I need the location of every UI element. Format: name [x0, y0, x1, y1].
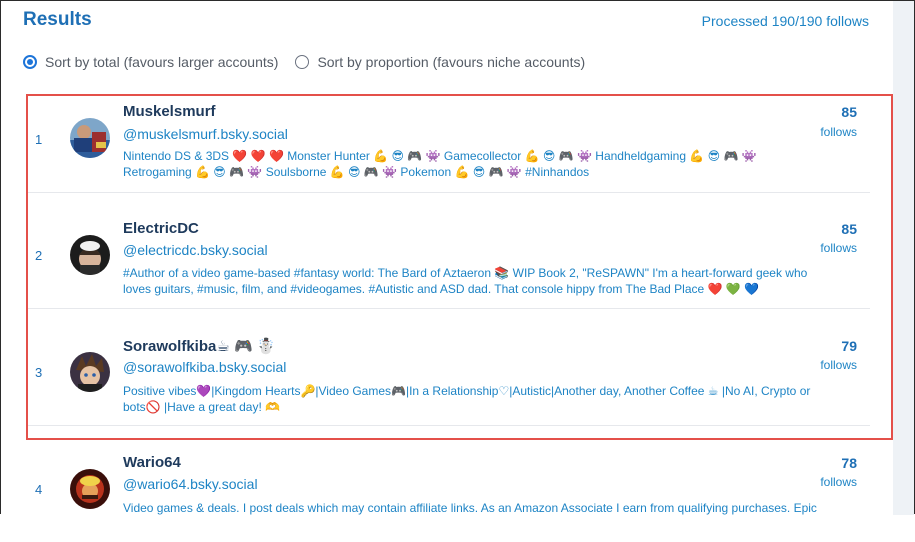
follow-count: 78 [841, 455, 857, 471]
user-display-name[interactable]: Sorawolfkiba☕ 🎮 ☃️ [123, 337, 276, 355]
follows-label: follows [820, 475, 857, 489]
sort-by-proportion-label: Sort by proportion (favours niche accoun… [317, 54, 586, 70]
rank-number: 4 [35, 482, 43, 497]
processed-status: Processed 190/190 follows [701, 13, 869, 29]
result-row[interactable]: 3 Sorawolfkiba☕ 🎮 ☃️ @sorawolfkiba.bsky.… [27, 309, 870, 426]
user-display-name[interactable]: Wario64 [123, 454, 181, 471]
user-bio: Positive vibes💜|Kingdom Hearts🔑|Video Ga… [123, 384, 811, 414]
follow-count: 85 [841, 221, 857, 237]
user-display-name[interactable]: Muskelsmurf [123, 103, 216, 120]
user-handle[interactable]: @wario64.bsky.social [123, 476, 258, 492]
results-title: Results [23, 9, 92, 30]
user-handle[interactable]: @electricdc.bsky.social [123, 242, 268, 258]
sort-by-total-radio[interactable] [23, 55, 37, 69]
avatar[interactable] [70, 469, 110, 509]
follows-label: follows [820, 241, 857, 255]
user-bio: #Author of a video game-based #fantasy w… [123, 266, 808, 296]
result-row[interactable]: 1 Muskelsmurf @muskelsmurf.bsky.social N… [27, 76, 870, 193]
result-row[interactable]: 2 ElectricDC @electricdc.bsky.social #Au… [27, 192, 870, 309]
user-display-name[interactable]: ElectricDC [123, 220, 199, 237]
follow-count: 79 [841, 338, 857, 354]
rank-number: 3 [35, 365, 43, 380]
user-handle[interactable]: @sorawolfkiba.bsky.social [123, 359, 286, 375]
rank-number: 2 [35, 248, 43, 263]
rank-number: 1 [35, 132, 43, 147]
result-row[interactable]: 4 Wario64 @wario64.bsky.social Video gam… [27, 426, 870, 542]
sort-options: Sort by total (favours larger accounts) … [23, 52, 585, 72]
side-panel [893, 1, 914, 515]
avatar[interactable] [70, 352, 110, 392]
sort-by-total-label: Sort by total (favours larger accounts) [45, 54, 279, 70]
follow-count: 85 [841, 104, 857, 120]
user-handle[interactable]: @muskelsmurf.bsky.social [123, 126, 288, 142]
user-bio: Video games & deals. I post deals which … [123, 501, 817, 515]
sort-by-total-option[interactable]: Sort by total (favours larger accounts) [23, 54, 278, 70]
sort-by-proportion-radio[interactable] [295, 55, 310, 69]
follows-label: follows [820, 358, 857, 372]
user-bio: Nintendo DS & 3DS ❤️ ❤️ ❤️ Monster Hunte… [123, 149, 757, 179]
follows-label: follows [820, 125, 857, 139]
avatar[interactable] [70, 118, 110, 158]
sort-by-proportion-option[interactable]: Sort by proportion (favours niche accoun… [295, 54, 585, 70]
avatar[interactable] [70, 235, 110, 275]
